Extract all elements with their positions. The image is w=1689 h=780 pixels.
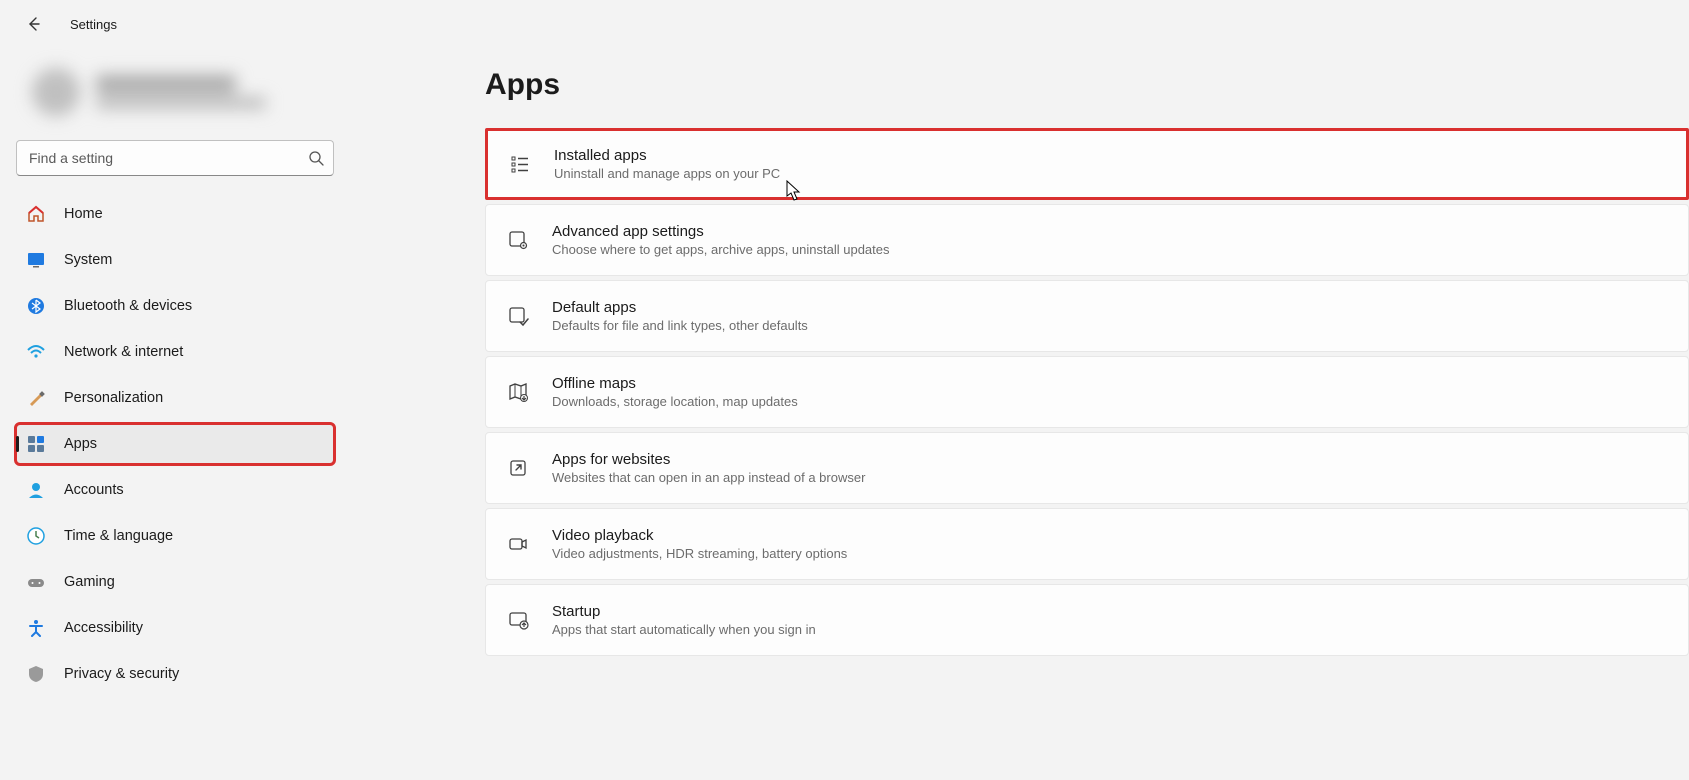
card-subtitle: Apps that start automatically when you s…	[552, 622, 816, 637]
card-video-playback[interactable]: Video playback Video adjustments, HDR st…	[485, 508, 1689, 580]
nav-label: Apps	[64, 436, 97, 452]
sidebar: Home System Bluetooth & devices	[0, 48, 350, 780]
card-startup[interactable]: Startup Apps that start automatically wh…	[485, 584, 1689, 656]
page-title: Apps	[485, 68, 1689, 102]
home-icon	[26, 204, 46, 224]
card-title: Apps for websites	[552, 451, 865, 468]
startup-icon	[506, 608, 530, 632]
accessibility-icon	[26, 618, 46, 638]
nav-label: Network & internet	[64, 344, 183, 360]
profile-name	[96, 75, 236, 93]
app-title: Settings	[70, 17, 117, 32]
nav-time[interactable]: Time & language	[16, 516, 334, 556]
card-title: Default apps	[552, 299, 808, 316]
nav-label: Personalization	[64, 390, 163, 406]
nav-list: Home System Bluetooth & devices	[16, 194, 334, 694]
wifi-icon	[26, 342, 46, 362]
card-title: Startup	[552, 603, 816, 620]
search-box	[16, 140, 334, 176]
card-subtitle: Choose where to get apps, archive apps, …	[552, 242, 890, 257]
default-apps-icon	[506, 304, 530, 328]
card-subtitle: Websites that can open in an app instead…	[552, 470, 865, 485]
arrow-left-icon	[26, 16, 42, 32]
nav-privacy[interactable]: Privacy & security	[16, 654, 334, 694]
nav-home[interactable]: Home	[16, 194, 334, 234]
settings-cards: Installed apps Uninstall and manage apps…	[485, 128, 1689, 656]
shield-icon	[26, 664, 46, 684]
nav-label: System	[64, 252, 112, 268]
profile-email	[96, 97, 266, 109]
bluetooth-icon	[26, 296, 46, 316]
map-icon	[506, 380, 530, 404]
nav-label: Privacy & security	[64, 666, 179, 682]
card-title: Offline maps	[552, 375, 798, 392]
card-offline-maps[interactable]: Offline maps Downloads, storage location…	[485, 356, 1689, 428]
nav-label: Home	[64, 206, 103, 222]
system-icon	[26, 250, 46, 270]
nav-gaming[interactable]: Gaming	[16, 562, 334, 602]
nav-accessibility[interactable]: Accessibility	[16, 608, 334, 648]
card-title: Installed apps	[554, 147, 780, 164]
avatar	[32, 68, 80, 116]
card-apps-for-websites[interactable]: Apps for websites Websites that can open…	[485, 432, 1689, 504]
nav-network[interactable]: Network & internet	[16, 332, 334, 372]
clock-icon	[26, 526, 46, 546]
gamepad-icon	[26, 572, 46, 592]
nav-label: Time & language	[64, 528, 173, 544]
brush-icon	[26, 388, 46, 408]
person-icon	[26, 480, 46, 500]
apps-icon	[26, 434, 46, 454]
card-title: Advanced app settings	[552, 223, 890, 240]
nav-label: Accounts	[64, 482, 124, 498]
nav-label: Gaming	[64, 574, 115, 590]
nav-accounts[interactable]: Accounts	[16, 470, 334, 510]
nav-label: Bluetooth & devices	[64, 298, 192, 314]
back-button[interactable]	[18, 8, 50, 40]
nav-apps[interactable]: Apps	[16, 424, 334, 464]
card-subtitle: Uninstall and manage apps on your PC	[554, 166, 780, 181]
list-icon	[508, 152, 532, 176]
card-advanced-settings[interactable]: Advanced app settings Choose where to ge…	[485, 204, 1689, 276]
titlebar: Settings	[0, 0, 1689, 48]
open-external-icon	[506, 456, 530, 480]
search-input[interactable]	[16, 140, 334, 176]
card-subtitle: Downloads, storage location, map updates	[552, 394, 798, 409]
card-subtitle: Video adjustments, HDR streaming, batter…	[552, 546, 847, 561]
nav-system[interactable]: System	[16, 240, 334, 280]
card-title: Video playback	[552, 527, 847, 544]
search-icon	[308, 150, 324, 166]
main-content: Apps Installed apps Uninstall and manage…	[350, 48, 1689, 780]
card-subtitle: Defaults for file and link types, other …	[552, 318, 808, 333]
nav-personalization[interactable]: Personalization	[16, 378, 334, 418]
video-icon	[506, 532, 530, 556]
nav-label: Accessibility	[64, 620, 143, 636]
nav-bluetooth[interactable]: Bluetooth & devices	[16, 286, 334, 326]
card-default-apps[interactable]: Default apps Defaults for file and link …	[485, 280, 1689, 352]
profile-block[interactable]	[16, 60, 334, 124]
card-installed-apps[interactable]: Installed apps Uninstall and manage apps…	[485, 128, 1689, 200]
app-gear-icon	[506, 228, 530, 252]
